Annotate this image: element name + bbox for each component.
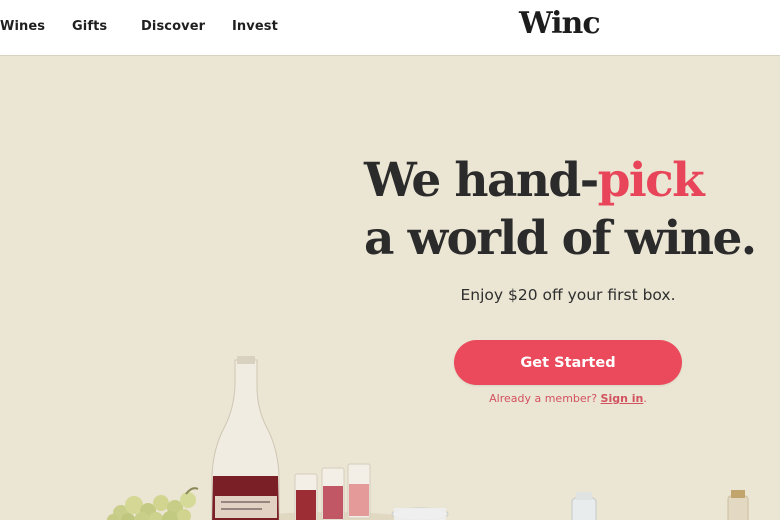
headline-dash: - <box>579 153 600 208</box>
hero-section: We hand-pick a world of wine. Enjoy $20 o… <box>0 56 780 520</box>
offer-text: Enjoy $20 off your first box. <box>460 286 676 304</box>
headline-accent: pick <box>597 153 705 208</box>
tabletop-surface <box>241 512 419 520</box>
headline-line-two: a world of wine. <box>364 211 757 266</box>
grapes-illustration <box>107 487 199 520</box>
tasting-glasses-illustration <box>294 463 371 520</box>
nav-item-gifts[interactable]: Gifts <box>72 19 107 34</box>
sign-in-link[interactable]: Sign in <box>601 392 644 405</box>
hero-headline: We hand-pick a world of wine. <box>364 152 757 268</box>
member-signin-prompt: Already a member? Sign in. <box>368 392 768 405</box>
top-navigation: Wines Gifts Discover Invest Winc <box>0 0 780 56</box>
nav-item-discover[interactable]: Discover <box>141 19 205 34</box>
nav-item-wines[interactable]: Wines <box>0 19 45 34</box>
member-prompt-text: Already a member? <box>489 392 598 405</box>
member-prompt-suffix: . <box>643 392 647 405</box>
get-started-button[interactable]: Get Started <box>454 340 682 385</box>
wine-bottle-illustration <box>211 356 280 520</box>
brand-logo[interactable]: Winc <box>519 6 601 41</box>
glassware-illustration <box>391 490 749 520</box>
headline-part-one: We hand <box>364 153 581 208</box>
nav-item-invest[interactable]: Invest <box>232 19 278 34</box>
